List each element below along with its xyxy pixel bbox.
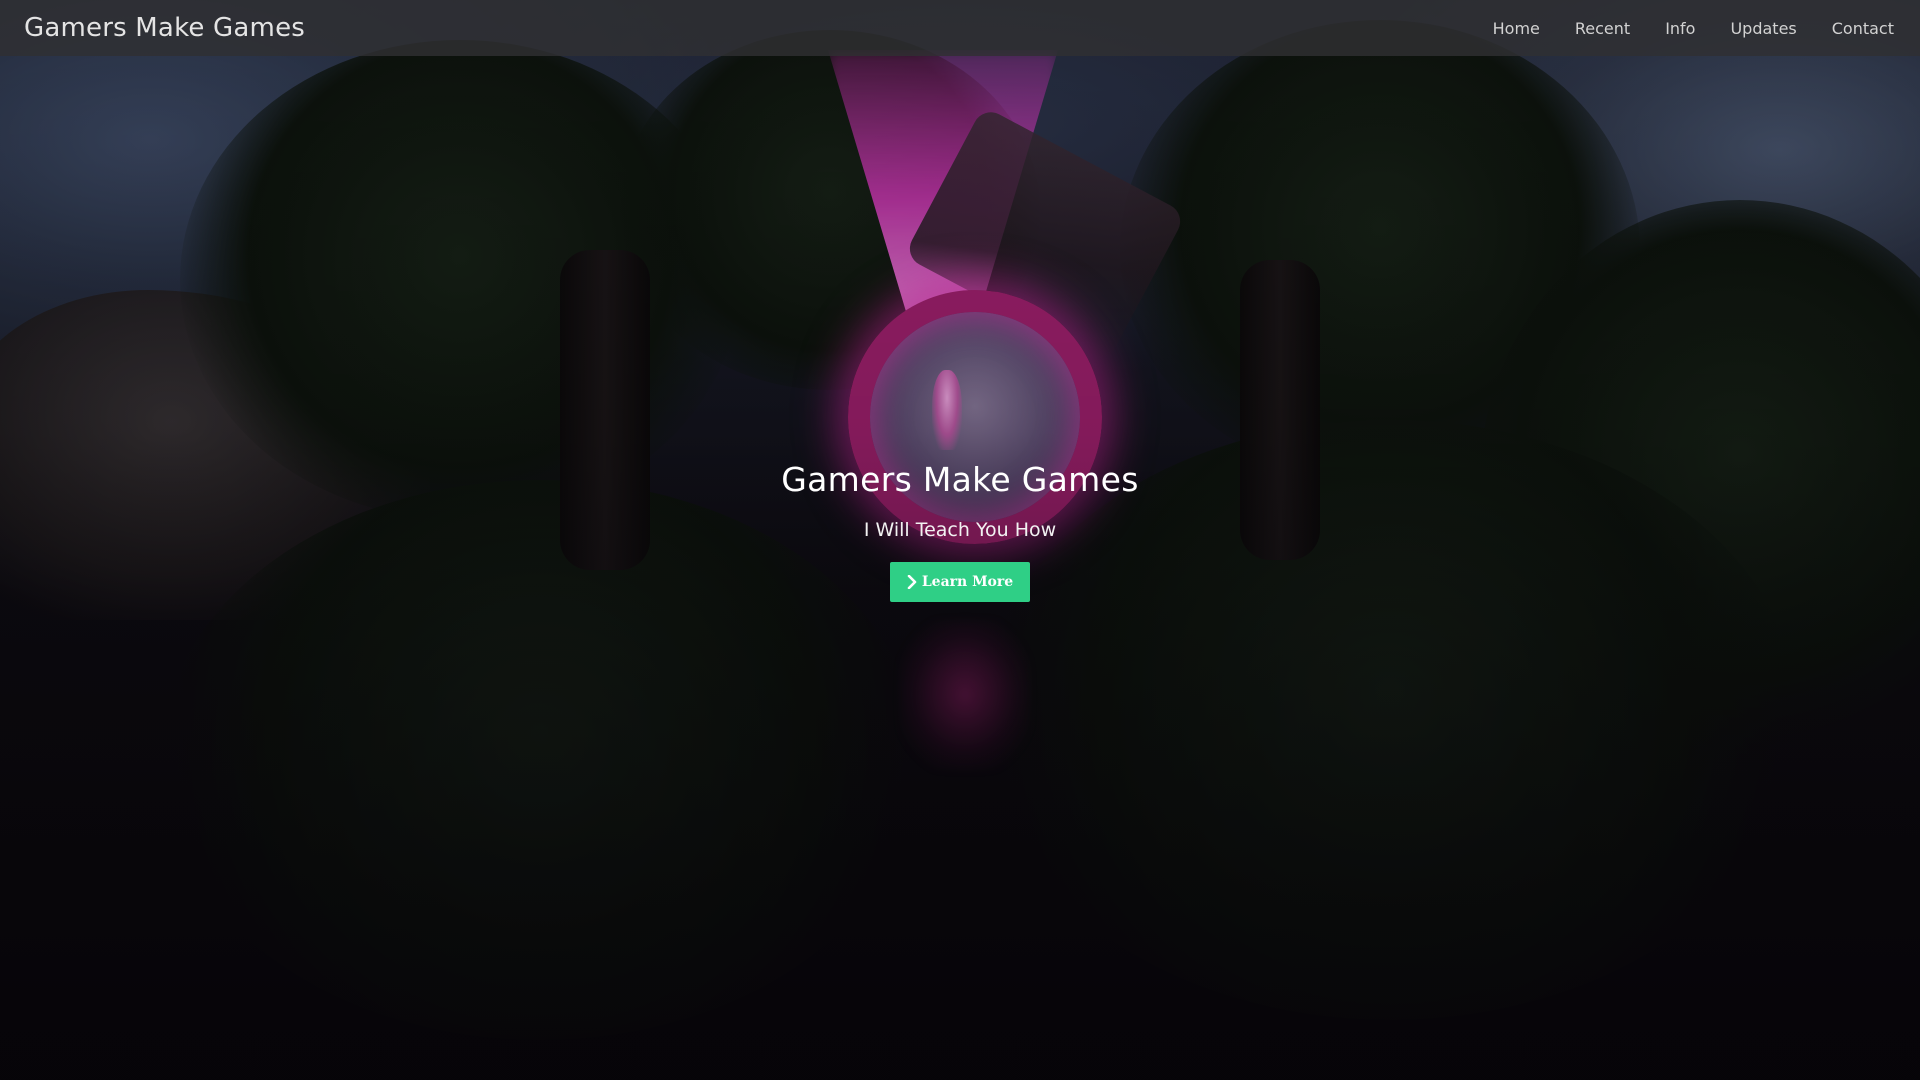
page: Gamers Make Games Home Recent Info Updat… — [0, 0, 1920, 1080]
chevron-right-icon — [907, 575, 917, 589]
learn-more-button[interactable]: Learn More — [890, 562, 1030, 602]
nav-link-info[interactable]: Info — [1665, 19, 1695, 38]
nav-links: Home Recent Info Updates Contact — [1458, 19, 1894, 38]
learn-more-label: Learn More — [921, 574, 1014, 590]
nav-link-home[interactable]: Home — [1493, 19, 1540, 38]
hero-subtitle: I Will Teach You How — [863, 519, 1057, 541]
hero-section: Gamers Make Games I Will Teach You How L… — [0, 460, 1920, 602]
nav-link-updates[interactable]: Updates — [1730, 19, 1796, 38]
brand-logo-link[interactable]: Gamers Make Games — [24, 13, 305, 43]
nav-link-contact[interactable]: Contact — [1832, 19, 1894, 38]
nav-link-recent[interactable]: Recent — [1575, 19, 1630, 38]
navbar: Gamers Make Games Home Recent Info Updat… — [0, 0, 1920, 56]
hero-title: Gamers Make Games — [781, 460, 1139, 499]
